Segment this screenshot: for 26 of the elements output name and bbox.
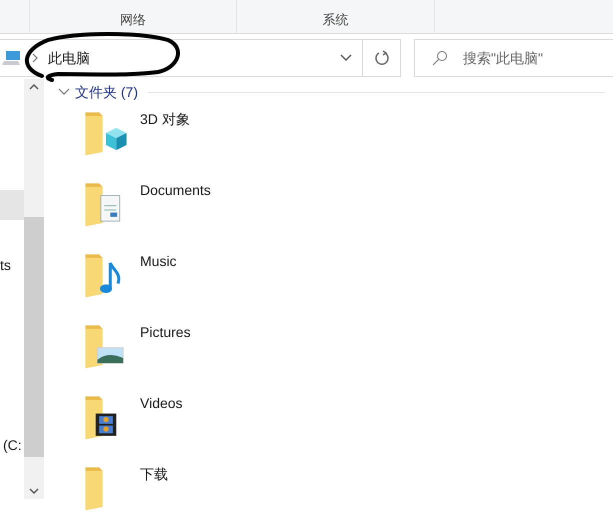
folder-name[interactable]: Videos	[140, 393, 183, 414]
scrollbar-thumb[interactable]	[24, 217, 44, 457]
ribbon-group-label: 网络	[30, 0, 237, 33]
section-title: 文件夹 (7)	[75, 82, 138, 102]
nav-item[interactable]: ts	[0, 250, 24, 280]
nav-item-label: ts	[0, 256, 11, 274]
folder-name[interactable]: Pictures	[140, 322, 191, 343]
folder-name[interactable]: Documents	[140, 180, 211, 201]
folder-name[interactable]: Music	[140, 251, 177, 272]
search-icon	[432, 50, 448, 66]
search-field[interactable]: 搜索"此电脑"	[414, 39, 613, 77]
folder-name[interactable]: 3D 对象	[140, 109, 190, 130]
section-header[interactable]: 文件夹 (7)	[58, 81, 605, 103]
address-path: 此电脑	[48, 48, 91, 68]
collapse-caret-icon	[58, 88, 70, 96]
chevron-icon	[32, 53, 38, 63]
scrollbar[interactable]	[24, 79, 44, 499]
computer-icon	[2, 49, 22, 67]
search-input[interactable]: 搜索"此电脑"	[463, 48, 613, 68]
nav-item-label: (C:	[3, 436, 22, 455]
refresh-icon	[374, 50, 390, 66]
nav-item[interactable]: (C:	[0, 430, 24, 460]
address-bar[interactable]: 此电脑	[0, 39, 401, 77]
dropdown-caret-icon[interactable]	[340, 54, 352, 62]
folder-name[interactable]: 下载	[140, 464, 168, 485]
ribbon-group-label: 系统	[237, 0, 435, 33]
